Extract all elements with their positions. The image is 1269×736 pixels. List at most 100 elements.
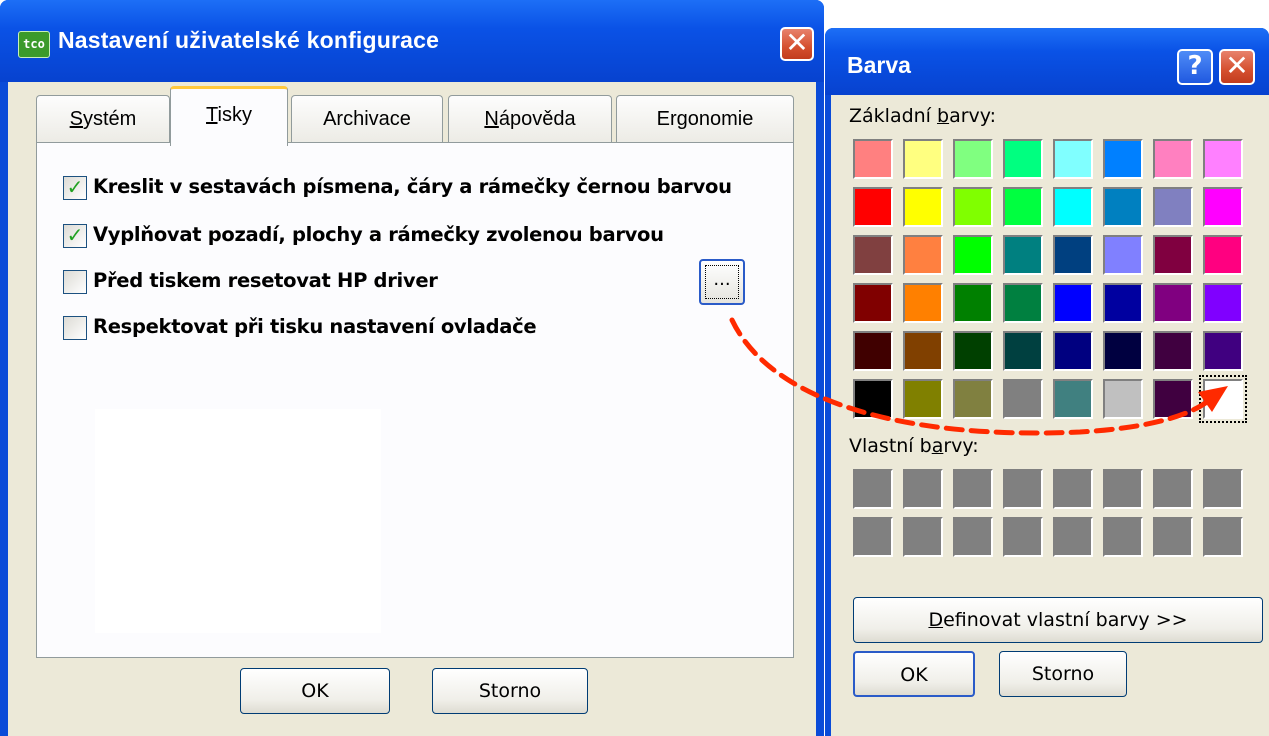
basic-color-swatch[interactable] <box>1053 283 1093 323</box>
basic-color-swatch[interactable] <box>953 379 993 419</box>
checkbox-label: Před tiskem resetovat HP driver <box>93 269 438 292</box>
checkbox[interactable] <box>63 316 87 340</box>
tab-ergonomie[interactable]: Ergonomie <box>616 95 794 143</box>
basic-color-swatch[interactable] <box>1199 375 1247 423</box>
basic-color-swatch[interactable] <box>903 283 943 323</box>
custom-color-swatch[interactable] <box>853 517 893 557</box>
basic-color-swatch[interactable] <box>1103 379 1143 419</box>
basic-color-swatch[interactable] <box>1103 283 1143 323</box>
checkbox[interactable]: ✓ <box>63 176 87 200</box>
basic-color-grid <box>853 139 1253 439</box>
basic-color-swatch[interactable] <box>1003 187 1043 227</box>
basic-color-swatch[interactable] <box>1153 379 1193 419</box>
custom-color-swatch[interactable] <box>853 469 893 509</box>
basic-color-swatch[interactable] <box>1053 379 1093 419</box>
basic-color-swatch[interactable] <box>1203 139 1243 179</box>
checkbox[interactable]: ✓ <box>63 224 87 248</box>
define-custom-colors-button[interactable]: Definovat vlastní barvy >> <box>853 597 1263 643</box>
basic-color-swatch[interactable] <box>1053 139 1093 179</box>
color-cancel-button[interactable]: Storno <box>999 651 1127 697</box>
basic-color-swatch[interactable] <box>1103 331 1143 371</box>
custom-color-swatch[interactable] <box>1153 517 1193 557</box>
basic-color-swatch[interactable] <box>1103 235 1143 275</box>
basic-color-swatch[interactable] <box>1153 331 1193 371</box>
basic-color-swatch[interactable] <box>1003 379 1043 419</box>
basic-color-swatch[interactable] <box>1153 139 1193 179</box>
browse-color-button[interactable]: ... <box>699 259 745 305</box>
basic-color-swatch[interactable] <box>953 283 993 323</box>
basic-color-swatch[interactable] <box>853 379 893 419</box>
custom-color-swatch[interactable] <box>953 517 993 557</box>
label-accel: a <box>931 435 944 457</box>
tab-label: ápověda <box>498 108 576 130</box>
basic-color-swatch[interactable] <box>903 139 943 179</box>
basic-color-swatch[interactable] <box>1203 187 1243 227</box>
basic-color-swatch[interactable] <box>1203 283 1243 323</box>
label-accel: D <box>928 609 944 631</box>
basic-color-swatch[interactable] <box>1103 187 1143 227</box>
close-icon[interactable]: ✕ <box>780 27 814 61</box>
color-dialog-title: Barva <box>847 52 911 78</box>
custom-color-swatch[interactable] <box>1003 469 1043 509</box>
basic-color-swatch[interactable] <box>853 331 893 371</box>
help-icon[interactable]: ? <box>1177 49 1213 85</box>
custom-color-swatch[interactable] <box>1203 517 1243 557</box>
basic-color-swatch[interactable] <box>1153 235 1193 275</box>
tab-label: isky <box>217 104 252 126</box>
custom-color-swatch[interactable] <box>903 517 943 557</box>
custom-color-swatch[interactable] <box>1103 469 1143 509</box>
custom-color-swatch[interactable] <box>1103 517 1143 557</box>
close-icon[interactable]: ✕ <box>1219 49 1255 85</box>
basic-color-swatch[interactable] <box>1153 283 1193 323</box>
basic-color-swatch[interactable] <box>1153 187 1193 227</box>
custom-color-swatch[interactable] <box>953 469 993 509</box>
tab-napoveda[interactable]: Nápověda <box>448 95 612 143</box>
basic-color-swatch[interactable] <box>953 331 993 371</box>
basic-color-swatch[interactable] <box>903 235 943 275</box>
basic-color-swatch[interactable] <box>853 187 893 227</box>
custom-color-swatch[interactable] <box>1003 517 1043 557</box>
tab-system[interactable]: Systém <box>36 95 170 143</box>
checkbox[interactable] <box>63 270 87 294</box>
ok-button[interactable]: OK <box>240 668 390 714</box>
basic-color-swatch[interactable] <box>853 283 893 323</box>
custom-color-swatch[interactable] <box>1203 469 1243 509</box>
basic-color-swatch[interactable] <box>1003 235 1043 275</box>
app-icon: tco <box>18 31 50 58</box>
basic-color-swatch[interactable] <box>953 139 993 179</box>
basic-color-swatch[interactable] <box>1053 187 1093 227</box>
color-dialog-titlebar[interactable]: Barva ? ✕ <box>825 28 1269 95</box>
checkbox-label: Kreslit v sestavách písmena, čáry a ráme… <box>93 175 732 198</box>
tab-tisky[interactable]: Tisky <box>170 86 288 146</box>
custom-color-swatch[interactable] <box>1053 517 1093 557</box>
basic-color-swatch[interactable] <box>1203 331 1243 371</box>
basic-color-swatch[interactable] <box>853 139 893 179</box>
basic-color-swatch[interactable] <box>1003 139 1043 179</box>
basic-color-swatch[interactable] <box>1003 283 1043 323</box>
cancel-button[interactable]: Storno <box>432 668 588 714</box>
basic-color-swatch[interactable] <box>953 187 993 227</box>
basic-colors-label: Základní barvy: <box>849 105 996 127</box>
basic-color-swatch[interactable] <box>903 379 943 419</box>
custom-colors-label: Vlastní barvy: <box>849 435 979 457</box>
custom-color-swatch[interactable] <box>1053 469 1093 509</box>
color-dialog-client: Základní barvy: Vlastní barvy: Definovat… <box>831 95 1269 736</box>
basic-color-swatch[interactable] <box>1203 235 1243 275</box>
tab-archivace[interactable]: Archivace <box>291 95 443 143</box>
basic-color-swatch[interactable] <box>1053 331 1093 371</box>
basic-color-swatch[interactable] <box>1003 331 1043 371</box>
config-titlebar[interactable]: tco Nastavení uživatelské konfigurace ✕ <box>0 0 824 82</box>
basic-color-swatch[interactable] <box>903 331 943 371</box>
basic-color-swatch[interactable] <box>953 235 993 275</box>
color-dialog: Barva ? ✕ Základní barvy: Vlastní barvy:… <box>825 28 1269 736</box>
custom-color-grid <box>853 469 1253 569</box>
basic-color-swatch[interactable] <box>853 235 893 275</box>
label-part: efinovat vlastní barvy >> <box>943 609 1188 631</box>
checkbox-label: Respektovat při tisku nastavení ovladače <box>93 315 537 338</box>
basic-color-swatch[interactable] <box>1053 235 1093 275</box>
basic-color-swatch[interactable] <box>1103 139 1143 179</box>
custom-color-swatch[interactable] <box>903 469 943 509</box>
basic-color-swatch[interactable] <box>903 187 943 227</box>
custom-color-swatch[interactable] <box>1153 469 1193 509</box>
color-ok-button[interactable]: OK <box>853 651 975 697</box>
